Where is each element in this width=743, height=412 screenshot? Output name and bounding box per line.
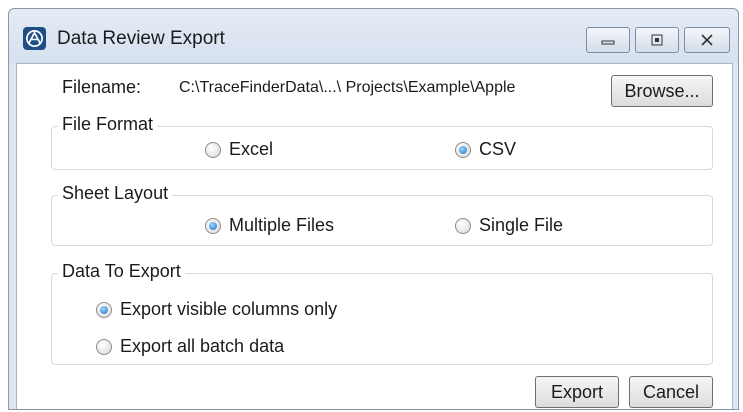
title-bar[interactable]: Data Review Export bbox=[9, 9, 738, 63]
data-to-export-group: Data To Export Export visible columns on… bbox=[51, 261, 713, 365]
file-format-group: File Format Excel CSV bbox=[51, 114, 713, 170]
app-logo-icon bbox=[23, 27, 46, 50]
radio-single-file[interactable]: Single File bbox=[455, 215, 563, 236]
close-button[interactable] bbox=[684, 27, 730, 53]
file-format-legend: File Format bbox=[58, 114, 158, 135]
browse-button[interactable]: Browse... bbox=[611, 75, 713, 107]
radio-excel[interactable]: Excel bbox=[205, 139, 273, 160]
filename-label: Filename: bbox=[62, 77, 142, 97]
sheet-layout-legend: Sheet Layout bbox=[58, 183, 173, 204]
data-to-export-legend: Data To Export bbox=[58, 261, 185, 282]
sheet-layout-group: Sheet Layout Multiple Files Single File bbox=[51, 183, 713, 246]
radio-indicator bbox=[205, 141, 221, 158]
radio-csv[interactable]: CSV bbox=[455, 139, 516, 160]
filename-value[interactable]: C:\TraceFinderData\...\ Projects\Example… bbox=[179, 79, 515, 97]
minimize-button[interactable] bbox=[586, 27, 630, 53]
export-button[interactable]: Export bbox=[535, 376, 619, 408]
dialog-body: Filename: C:\TraceFinderData\...\ Projec… bbox=[16, 63, 733, 409]
radio-csv-label: CSV bbox=[479, 139, 517, 159]
minimize-icon bbox=[601, 40, 615, 45]
radio-indicator bbox=[96, 301, 112, 318]
radio-export-all-batch-data[interactable]: Export all batch data bbox=[96, 336, 284, 357]
radio-multiple-files[interactable]: Multiple Files bbox=[205, 215, 334, 236]
maximize-button[interactable] bbox=[635, 27, 679, 53]
radio-indicator bbox=[205, 217, 221, 234]
radio-single-file-label: Single File bbox=[479, 215, 564, 235]
radio-indicator bbox=[96, 338, 112, 355]
radio-export-visible-columns-label: Export visible columns only bbox=[120, 299, 338, 319]
radio-excel-label: Excel bbox=[229, 139, 274, 159]
close-icon bbox=[701, 34, 713, 46]
cancel-button[interactable]: Cancel bbox=[629, 376, 713, 408]
radio-export-all-batch-data-label: Export all batch data bbox=[120, 336, 285, 356]
radio-multiple-files-label: Multiple Files bbox=[229, 215, 335, 235]
maximize-icon bbox=[651, 34, 663, 46]
radio-indicator bbox=[455, 217, 471, 234]
dialog-window: Data Review Export Filename: C:\TraceFin… bbox=[8, 8, 739, 410]
radio-export-visible-columns[interactable]: Export visible columns only bbox=[96, 299, 337, 320]
radio-indicator bbox=[455, 141, 471, 158]
window-title: Data Review Export bbox=[57, 28, 225, 49]
